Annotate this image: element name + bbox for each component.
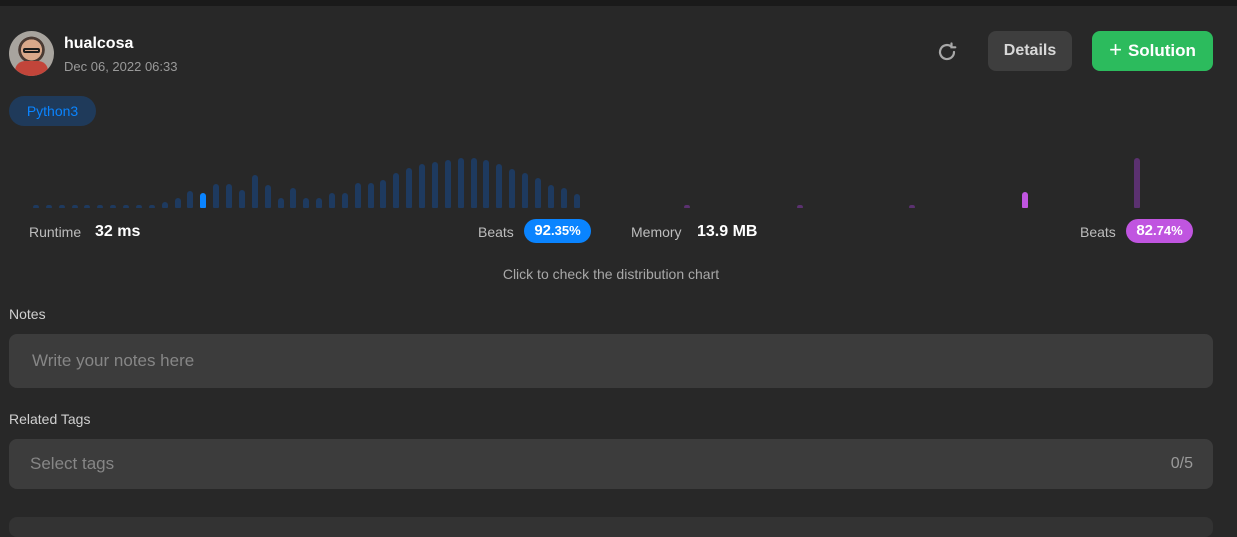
tags-select[interactable]: Select tags 0/5 (9, 439, 1213, 489)
memory-beats-badge: 82.74% (1126, 219, 1193, 243)
submission-timestamp: Dec 06, 2022 06:33 (64, 59, 178, 74)
next-section-edge (9, 517, 1213, 537)
notes-field[interactable] (9, 334, 1213, 388)
memory-beats-int: 82 (1136, 222, 1154, 239)
avatar-shirt (15, 61, 48, 76)
memory-label: Memory (631, 224, 682, 240)
solution-button-label: Solution (1127, 41, 1196, 60)
runtime-beats-int: 92 (534, 222, 552, 239)
top-bar (0, 0, 1237, 6)
runtime-value: 32 ms (95, 223, 141, 240)
plus-icon: + (1109, 37, 1122, 62)
tags-placeholder: Select tags (30, 454, 115, 473)
notes-input[interactable] (30, 350, 1213, 372)
memory-beats-frac: .74% (1153, 223, 1183, 238)
memory-value: 13.9 MB (697, 223, 758, 240)
runtime-beats-badge: 92.35% (524, 219, 591, 243)
solution-button[interactable]: + Solution (1092, 31, 1213, 71)
username[interactable]: hualcosa (64, 35, 133, 53)
distribution-chart-area[interactable] (0, 150, 1237, 208)
runtime-beats-frac: .35% (551, 223, 581, 238)
language-tag[interactable]: Python3 (9, 96, 96, 126)
runtime-beats-label: Beats (478, 224, 514, 240)
related-tags-label: Related Tags (9, 411, 91, 427)
user-avatar[interactable] (9, 31, 54, 76)
runtime-label: Runtime (29, 224, 82, 240)
avatar-glasses (23, 48, 40, 53)
distribution-hint[interactable]: Click to check the distribution chart (0, 266, 1222, 282)
refresh-icon[interactable] (934, 39, 960, 65)
tags-count: 0/5 (1170, 455, 1193, 472)
notes-label: Notes (9, 306, 46, 322)
memory-beats-label: Beats (1080, 224, 1116, 240)
details-button[interactable]: Details (988, 31, 1072, 71)
